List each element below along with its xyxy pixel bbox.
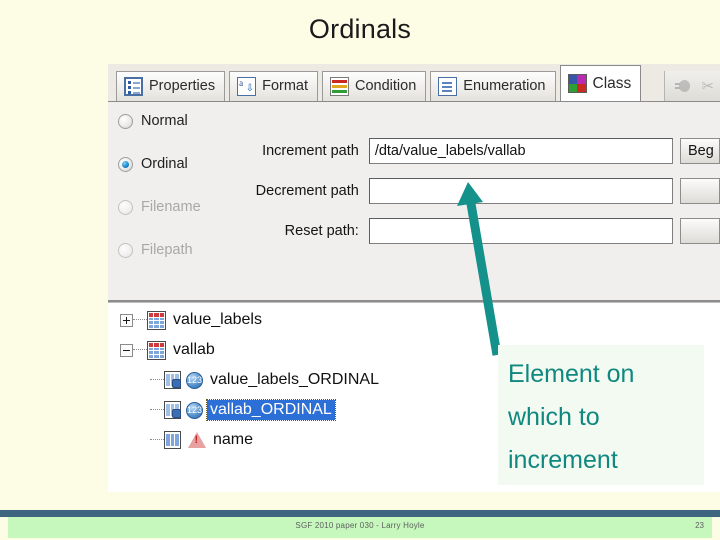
tab-class[interactable]: Class [559, 65, 642, 101]
radio-normal-indicator[interactable] [118, 113, 133, 129]
tab-properties-label: Properties [149, 78, 216, 95]
tree-label-value-labels-ordinal: value_labels_ORDINAL [210, 371, 379, 388]
decrement-path-row: Decrement path [236, 178, 720, 204]
grid-icon [147, 310, 166, 330]
piece-icon [164, 401, 181, 419]
class-icon [567, 74, 587, 93]
tree-row[interactable]: value_labels [108, 305, 720, 335]
tree-label-vallab: vallab [173, 341, 215, 358]
tab-format-label: Format [262, 78, 309, 95]
radio-option-ordinal[interactable]: Ordinal [118, 153, 236, 175]
tab-bar-overflow-toolbar: ✂ [664, 71, 720, 101]
bug-icon [675, 78, 693, 94]
number-badge-icon: 123 [186, 401, 203, 419]
tab-enumeration[interactable]: Enumeration [430, 71, 556, 101]
footer-rule [0, 510, 720, 517]
piece-icon [164, 371, 181, 389]
scissors-icon: ✂ [701, 77, 714, 95]
format-icon: a ⇩ [237, 77, 257, 96]
increment-path-label: Increment path [262, 143, 359, 159]
tab-enumeration-label: Enumeration [463, 78, 546, 95]
callout-line-2: which to [508, 403, 600, 431]
callout-line-3: increment [508, 446, 618, 474]
radio-option-normal[interactable]: Normal [118, 110, 236, 132]
radio-filename-indicator [118, 199, 133, 215]
radio-ordinal-label: Ordinal [141, 156, 188, 172]
class-tab-panel: Normal Ordinal Filename Filepath Increme… [108, 102, 720, 302]
radio-filename-label: Filename [141, 199, 201, 215]
radio-option-filename: Filename [118, 196, 236, 218]
reset-path-browse-button[interactable] [680, 218, 720, 244]
properties-icon [124, 77, 143, 96]
tree-label-value-labels: value_labels [173, 311, 262, 328]
increment-path-browse-button[interactable]: Beg [679, 138, 720, 164]
reset-path-input[interactable] [368, 218, 673, 244]
tab-format[interactable]: a ⇩ Format [229, 71, 319, 101]
increment-path-input[interactable]: /dta/value_labels/vallab [368, 138, 673, 164]
condition-icon [330, 77, 350, 96]
enumeration-icon [438, 77, 458, 96]
page-title: Ordinals [308, 14, 412, 44]
radio-normal-label: Normal [141, 113, 188, 129]
tab-condition[interactable]: Condition [322, 71, 427, 101]
expander-minus-icon[interactable] [120, 343, 133, 357]
radio-option-filepath: Filepath [118, 239, 236, 261]
decrement-path-browse-button[interactable] [680, 178, 720, 204]
footer-text: SGF 2010 paper 030 - Larry Hoyle [295, 521, 425, 530]
tree-label-name: name [213, 431, 254, 448]
callout-line-1: Element on [508, 360, 635, 388]
radio-filepath-indicator [118, 242, 133, 258]
page-number: 23 [695, 521, 704, 530]
decrement-path-label: Decrement path [255, 183, 359, 199]
tab-class-label: Class [592, 74, 632, 92]
tab-bar: Properties a ⇩ Format Condition Enumerati… [108, 64, 720, 102]
grid-icon [147, 340, 166, 360]
mode-radio-group: Normal Ordinal Filename Filepath [118, 110, 236, 282]
reset-path-label: Reset path: [284, 223, 359, 239]
reset-path-row: Reset path: [236, 218, 720, 244]
path-fields: Increment path /dta/value_labels/vallab … [236, 138, 720, 258]
warning-icon [188, 432, 206, 448]
column-icon [164, 431, 181, 449]
tab-condition-label: Condition [355, 78, 417, 95]
expander-plus-icon[interactable] [120, 313, 133, 327]
tree-label-vallab-ordinal-selected[interactable]: vallab_ORDINAL [206, 399, 336, 421]
radio-filepath-label: Filepath [141, 242, 193, 258]
number-badge-icon: 123 [186, 371, 203, 389]
annotation-callout: Element on which to increment [498, 345, 704, 485]
radio-ordinal-indicator[interactable] [118, 156, 133, 172]
decrement-path-input[interactable] [368, 178, 673, 204]
tab-properties[interactable]: Properties [116, 71, 226, 101]
increment-path-row: Increment path /dta/value_labels/vallab … [236, 138, 720, 164]
